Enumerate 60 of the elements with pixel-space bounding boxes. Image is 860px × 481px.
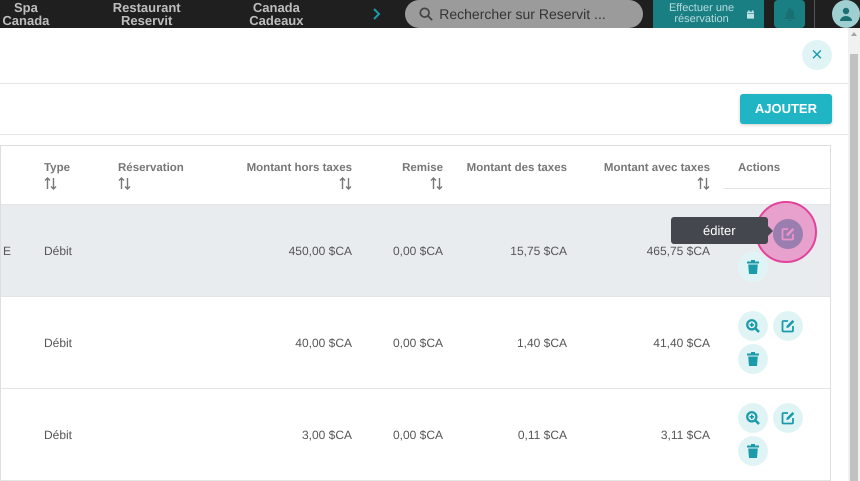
- column-header: Montant des taxes: [466, 161, 567, 175]
- delete-button[interactable]: [738, 344, 768, 374]
- nav-link[interactable]: Canada Cadeaux: [232, 1, 322, 27]
- zoom-button[interactable]: [738, 403, 768, 433]
- edit-icon: [781, 411, 795, 425]
- table-cell: 0,11 $CA: [518, 428, 567, 442]
- calendar-icon: [746, 8, 754, 20]
- tooltip: éditer: [671, 217, 773, 244]
- column-header[interactable]: Montant hors taxes: [246, 161, 352, 175]
- column-header[interactable]: Montant avec taxes: [604, 161, 710, 175]
- edit-button[interactable]: [773, 219, 803, 249]
- table-cell: 465,75 $CA: [646, 244, 710, 258]
- table-cell: Débit: [44, 336, 72, 350]
- nav-link[interactable]: Spa Canada: [0, 1, 52, 27]
- table-cell: Débit: [44, 244, 72, 258]
- nav-link[interactable]: Restaurant Reservit: [102, 1, 192, 27]
- table-cell: 15,75 $CA: [510, 244, 567, 258]
- trash-icon: [747, 260, 759, 274]
- column-header[interactable]: Réservation: [118, 161, 218, 175]
- table-cell: 0,00 $CA: [392, 336, 443, 350]
- avatar-button[interactable]: [832, 0, 860, 28]
- search-icon: [419, 7, 434, 21]
- user-icon: [839, 7, 854, 21]
- zoom-button[interactable]: [738, 311, 768, 341]
- sort-icon[interactable]: [697, 177, 710, 190]
- sort-icon[interactable]: [118, 177, 131, 190]
- trash-icon: [747, 352, 759, 366]
- edit-button[interactable]: [773, 311, 803, 341]
- column-header: Actions: [738, 161, 782, 175]
- close-button[interactable]: ×: [802, 40, 832, 70]
- table-cell: 1,40 $CA: [516, 336, 567, 350]
- edit-icon: [781, 227, 795, 241]
- edit-button[interactable]: [773, 403, 803, 433]
- table-cell: 0,00 $CA: [392, 244, 443, 258]
- sort-icon[interactable]: [339, 177, 352, 190]
- column-header[interactable]: Type: [44, 161, 92, 175]
- magnifier-plus-icon: [746, 319, 760, 333]
- table-cell: 450,00 $CA: [288, 244, 352, 258]
- edit-icon: [781, 319, 795, 333]
- search-field[interactable]: Rechercher sur Reservit ...: [405, 0, 643, 28]
- trash-icon: [747, 444, 759, 458]
- table-cell: 40,00 $CA: [295, 336, 352, 350]
- sort-icon[interactable]: [44, 177, 57, 190]
- booking-button[interactable]: Effectuer une réservation: [652, 0, 764, 28]
- notifications-button[interactable]: [774, 0, 806, 28]
- delete-button[interactable]: [738, 436, 768, 466]
- magnifier-plus-icon: [746, 411, 760, 425]
- column-header[interactable]: Remise: [402, 161, 443, 175]
- table-cell: 0,00 $CA: [392, 428, 443, 442]
- scrollbar-thumb[interactable]: [850, 54, 858, 481]
- table-cell: 3,00 $CA: [302, 428, 352, 442]
- search-placeholder: Rechercher sur Reservit ...: [439, 6, 606, 22]
- table-cell: 3,11 $CA: [660, 428, 710, 442]
- table-cell: E: [3, 244, 12, 258]
- table-cell: Débit: [44, 428, 72, 442]
- add-button[interactable]: AJOUTER: [740, 94, 832, 124]
- delete-button[interactable]: [738, 252, 768, 282]
- chevron-right-icon[interactable]: [373, 8, 382, 20]
- sort-icon[interactable]: [430, 177, 443, 190]
- table-cell: 41,40 $CA: [653, 336, 710, 350]
